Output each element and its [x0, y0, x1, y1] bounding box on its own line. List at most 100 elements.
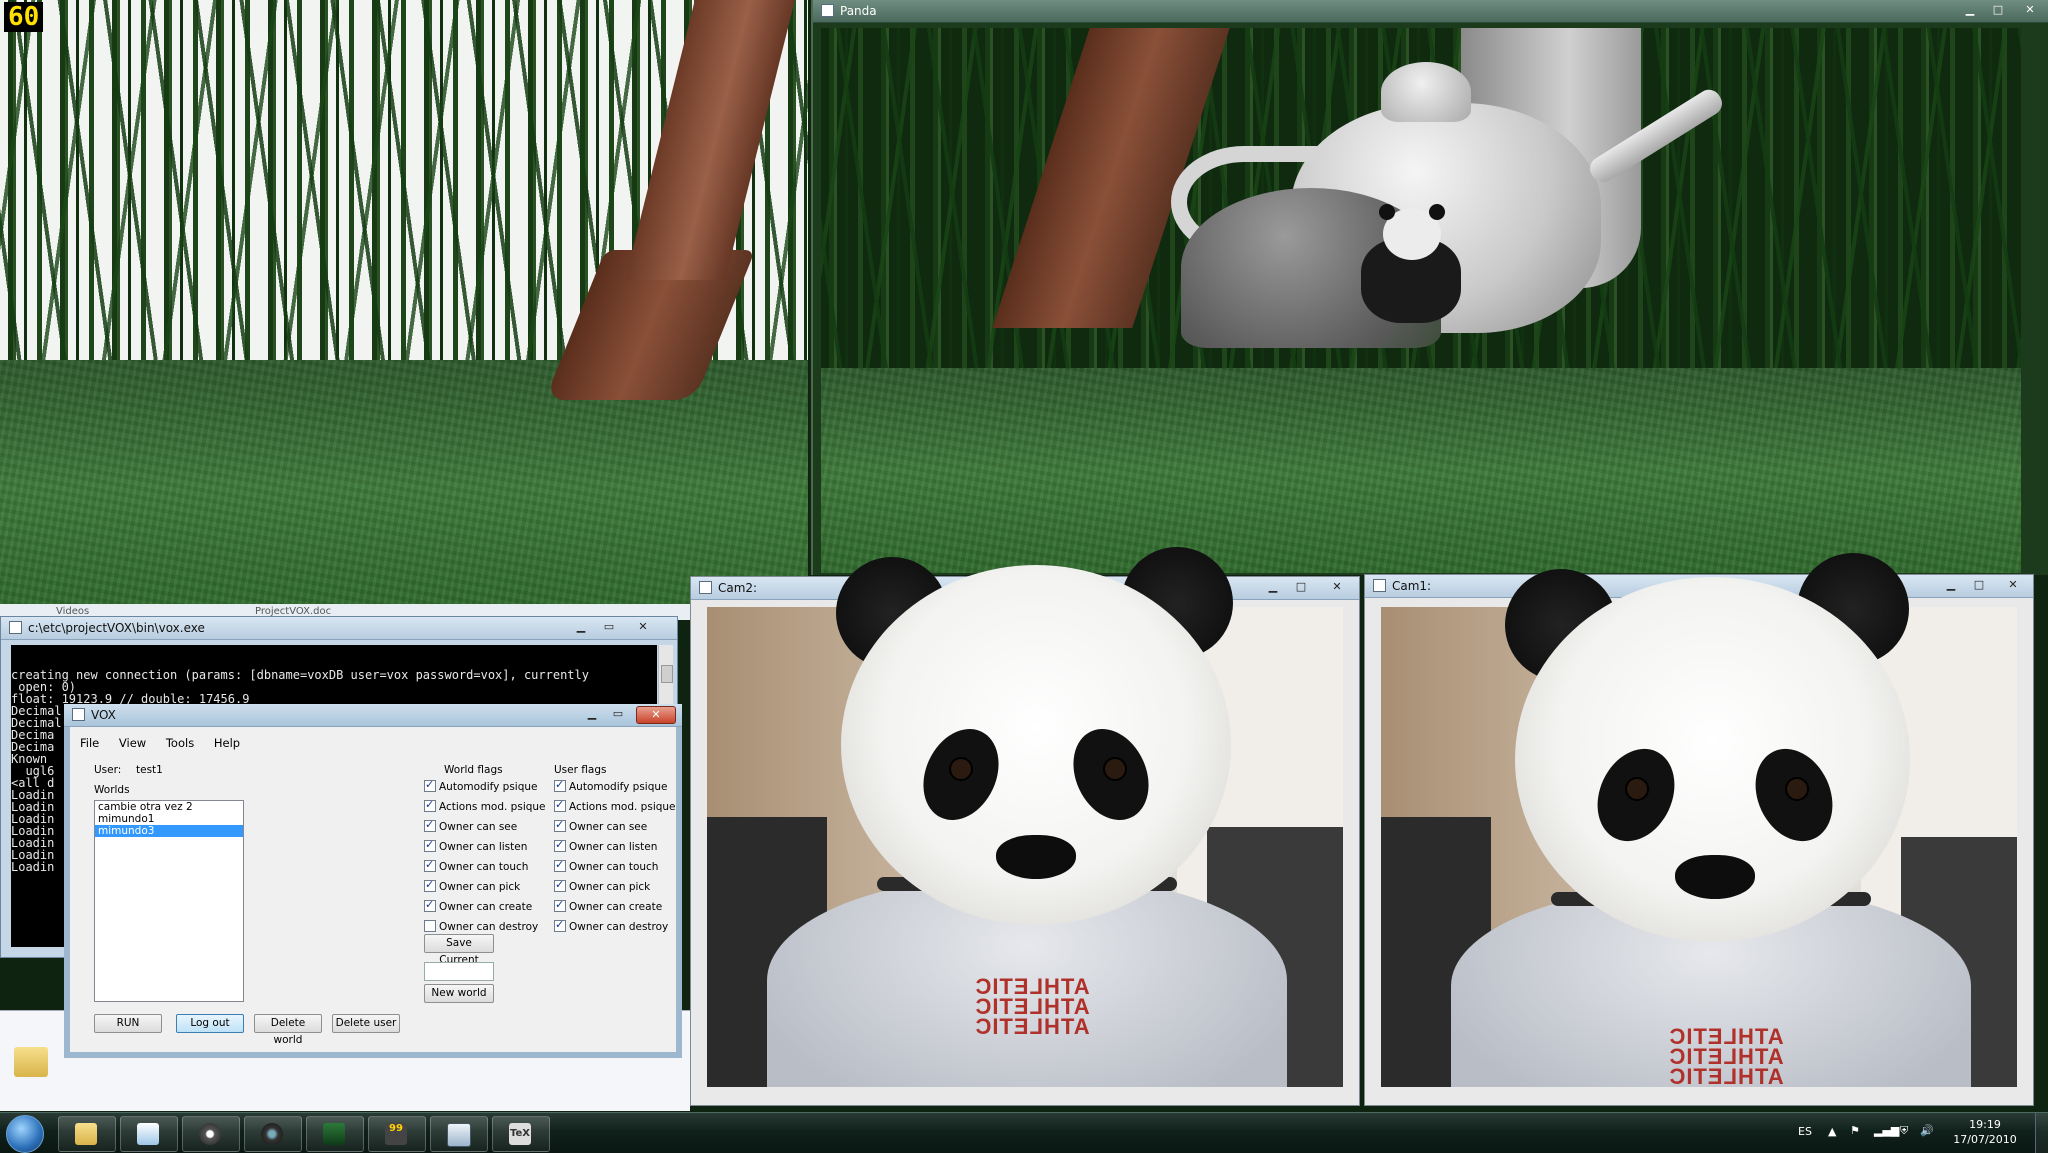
taskbar-explorer[interactable] — [58, 1116, 116, 1152]
panda-eye-left — [1625, 777, 1649, 801]
maximize-icon[interactable]: ▭ — [606, 706, 630, 722]
taskbar-badge-app[interactable]: 99 — [368, 1116, 426, 1152]
user-flags-checkbox[interactable]: Owner can touch — [554, 858, 658, 874]
checkbox-checked-icon[interactable] — [554, 918, 566, 932]
run-button[interactable]: RUN — [94, 1014, 162, 1033]
folder-icon — [75, 1123, 97, 1145]
action-center-flag-icon[interactable]: ⚑ — [1850, 1124, 1860, 1137]
delete-user-button[interactable]: Delete user — [332, 1014, 400, 1033]
user-flags-checkbox[interactable]: Actions mod. psique — [554, 798, 676, 814]
world-item[interactable]: cambie otra vez 2 — [95, 801, 243, 813]
checkbox-checked-icon[interactable] — [424, 858, 436, 872]
menu-tools[interactable]: Tools — [166, 736, 194, 750]
checkbox-checked-icon[interactable] — [554, 798, 566, 812]
shirt-print: ATHLETIC ATHLETIC ATHLETIC — [957, 974, 1107, 1039]
close-icon[interactable]: ✕ — [2001, 577, 2025, 593]
user-flags-checkbox[interactable]: Owner can create — [554, 898, 662, 914]
user-flags-checkbox[interactable]: Automodify psique — [554, 778, 668, 794]
menu-file[interactable]: File — [80, 736, 99, 750]
panda-window-titlebar[interactable]: Panda ▁ □ ✕ — [813, 0, 2048, 23]
checkbox-label: Owner can see — [569, 821, 648, 833]
taskbar-paint[interactable] — [120, 1116, 178, 1152]
world-flags-checkbox[interactable]: Owner can see — [424, 818, 518, 834]
world-flags-checkbox[interactable]: Owner can listen — [424, 838, 528, 854]
minimize-icon[interactable]: ▁ — [580, 706, 604, 722]
checkbox-checked-icon[interactable] — [554, 898, 566, 912]
minimize-icon[interactable]: ▁ — [1939, 577, 1963, 593]
checkbox-label: Owner can listen — [439, 841, 528, 853]
checkbox-checked-icon[interactable] — [424, 778, 436, 792]
checkbox-label: Owner can listen — [569, 841, 658, 853]
vox-dialog[interactable]: VOX ▁ ▭ ✕ File View Tools Help User: tes… — [64, 704, 682, 1058]
console-titlebar[interactable]: c:\etc\projectVOX\bin\vox.exe ▁ ▭ ✕ — [1, 617, 677, 640]
world-flags-checkbox[interactable]: Automodify psique — [424, 778, 538, 794]
maximize-icon[interactable]: ▭ — [597, 619, 621, 635]
maximize-icon[interactable]: □ — [1289, 579, 1313, 595]
volume-icon[interactable]: 🔊 — [1920, 1124, 1934, 1137]
maximize-icon[interactable]: □ — [1986, 2, 2010, 18]
minimize-icon[interactable]: ▁ — [1261, 579, 1285, 595]
world-item[interactable]: mimundo1 — [95, 813, 243, 825]
vox-title: VOX — [91, 708, 116, 722]
checkbox-checked-icon[interactable] — [424, 798, 436, 812]
world-flags-checkbox[interactable]: Owner can pick — [424, 878, 521, 894]
checkbox-checked-icon[interactable] — [554, 818, 566, 832]
checkbox-unchecked-icon[interactable] — [424, 920, 436, 932]
user-flags-checkbox[interactable]: Owner can see — [554, 818, 648, 834]
close-icon[interactable]: ✕ — [2018, 2, 2042, 18]
panda-eye-right — [1785, 777, 1809, 801]
taskbar-media-player[interactable] — [182, 1116, 240, 1152]
minimize-icon[interactable]: ▁ — [1958, 2, 1982, 18]
checkbox-checked-icon[interactable] — [554, 858, 566, 872]
show-hidden-icons-icon[interactable]: ▲ — [1828, 1125, 1836, 1138]
windows-start-icon[interactable] — [6, 1115, 44, 1153]
checkbox-checked-icon[interactable] — [554, 838, 566, 852]
checkbox-checked-icon[interactable] — [554, 878, 566, 892]
checkbox-checked-icon[interactable] — [424, 898, 436, 912]
delete-world-button[interactable]: Delete world — [254, 1014, 322, 1046]
taskbar-camera[interactable] — [244, 1116, 302, 1152]
user-flags-checkbox[interactable]: Owner can pick — [554, 878, 650, 894]
cam2-window[interactable]: Cam2: ▁ □ ✕ ATHLETIC ATHLETIC ATHLETIC — [690, 547, 1360, 1106]
world-item-selected[interactable]: mimundo3 — [95, 825, 243, 837]
new-world-input[interactable] — [424, 962, 494, 981]
checkbox-checked-icon[interactable] — [424, 838, 436, 852]
close-icon[interactable]: ✕ — [636, 706, 676, 724]
world-flags-checkbox[interactable]: Actions mod. psique — [424, 798, 546, 814]
close-icon[interactable]: ✕ — [1325, 579, 1349, 595]
menu-view[interactable]: View — [119, 736, 146, 750]
panda-3d-viewport[interactable] — [821, 28, 2021, 573]
network-icon[interactable]: ▂▄▆ — [1874, 1124, 1899, 1137]
user-flags-checkbox[interactable]: Owner can listen — [554, 838, 658, 854]
checkbox-checked-icon[interactable] — [424, 818, 436, 832]
panda-window[interactable]: Panda ▁ □ ✕ — [811, 0, 2048, 575]
user-flags-checkbox[interactable]: Owner can destroy — [554, 918, 668, 934]
logout-button[interactable]: Log out — [176, 1014, 244, 1033]
checkbox-checked-icon[interactable] — [554, 778, 566, 792]
new-world-button[interactable]: New world — [424, 984, 494, 1003]
vox-titlebar[interactable]: VOX ▁ ▭ ✕ — [64, 704, 682, 727]
checkbox-label: Owner can see — [439, 821, 518, 833]
left-3d-viewport[interactable]: 60 — [0, 0, 808, 612]
checkbox-label: Owner can pick — [439, 881, 521, 893]
fps-counter: 60 — [4, 2, 44, 32]
world-flags-checkbox[interactable]: Owner can create — [424, 898, 532, 914]
taskbar-cmd[interactable] — [306, 1116, 364, 1152]
language-indicator[interactable]: ES — [1798, 1125, 1812, 1138]
shield-icon[interactable]: ⛨ — [1900, 1124, 1908, 1138]
taskbar-tex[interactable]: TeX — [492, 1116, 550, 1152]
worlds-listbox[interactable]: cambie otra vez 2 mimundo1 mimundo3 — [94, 800, 244, 1002]
cam1-window[interactable]: Cam1: ▁ □ ✕ ATHLETIC ATHLETIC ATHLETIC — [1364, 553, 2034, 1106]
world-flags-checkbox[interactable]: Owner can destroy — [424, 920, 538, 934]
world-flags-checkbox[interactable]: Owner can touch — [424, 858, 528, 874]
maximize-icon[interactable]: □ — [1967, 577, 1991, 593]
show-desktop-button[interactable] — [2035, 1113, 2048, 1153]
taskbar-window[interactable] — [430, 1116, 488, 1152]
clock[interactable]: 19:19 17/07/2010 — [1950, 1117, 2020, 1147]
window-icon — [447, 1123, 471, 1147]
checkbox-checked-icon[interactable] — [424, 878, 436, 892]
minimize-icon[interactable]: ▁ — [569, 619, 593, 635]
close-icon[interactable]: ✕ — [631, 619, 655, 635]
save-current-button[interactable]: Save Current — [424, 934, 494, 966]
menu-help[interactable]: Help — [214, 736, 240, 750]
